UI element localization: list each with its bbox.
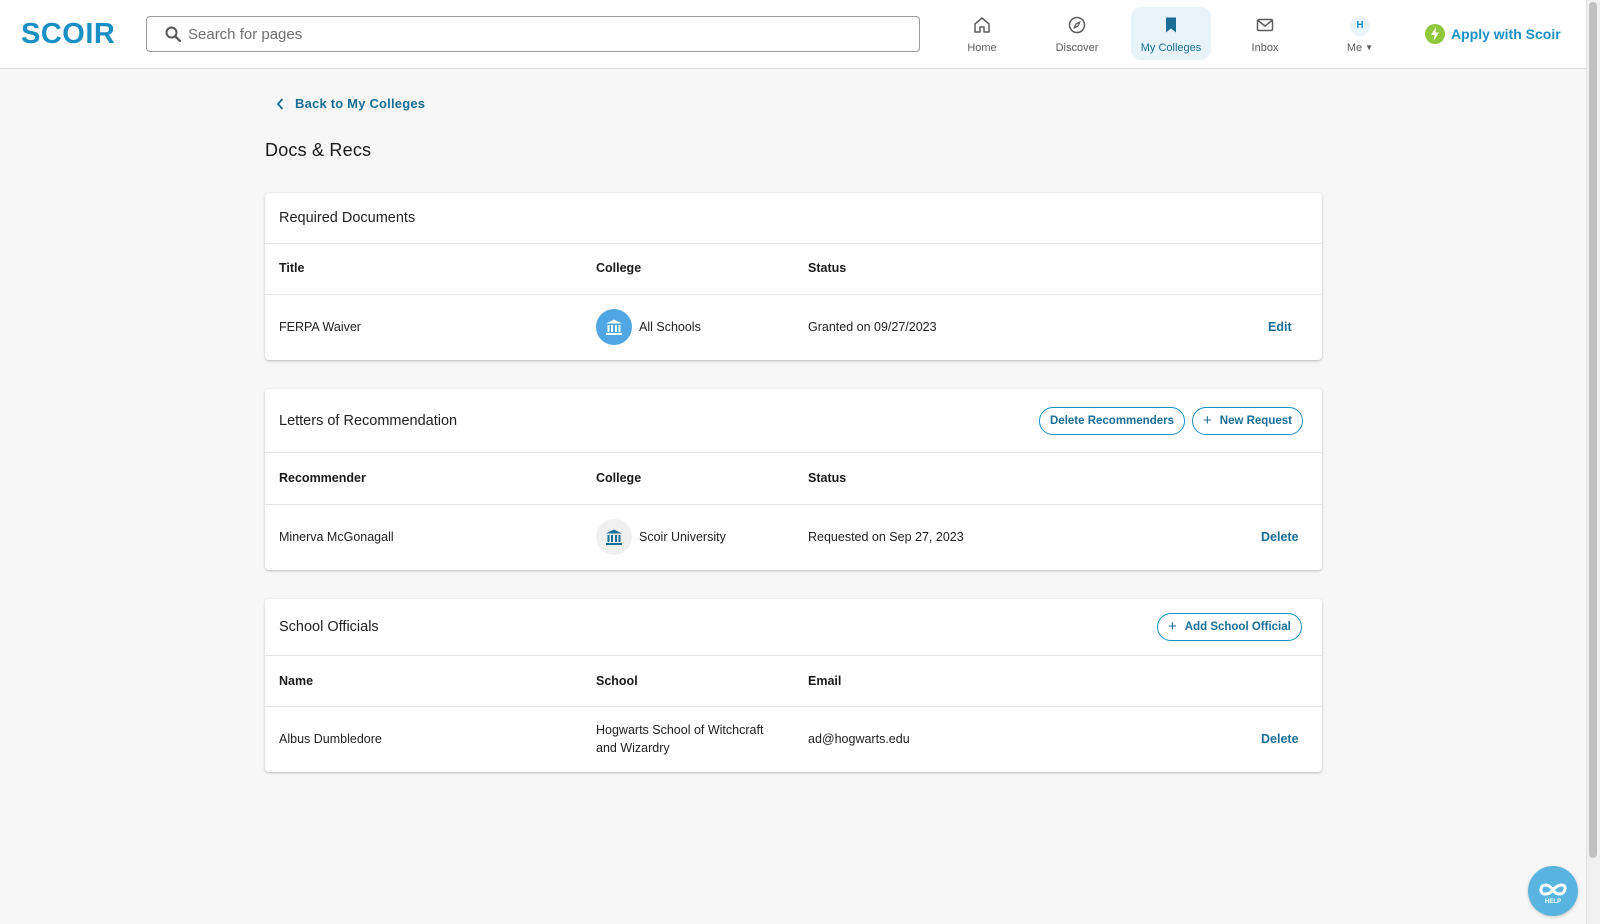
column-header: Name bbox=[279, 674, 314, 688]
college-badge bbox=[596, 309, 632, 345]
school-officials-card: School Officials + Add School Official Na… bbox=[265, 599, 1322, 772]
nav-me-label: Me ▼ bbox=[1346, 42, 1374, 54]
divider bbox=[265, 294, 1322, 295]
email-text: ad@hogwarts.edu bbox=[808, 732, 910, 746]
nav-home-label: Home bbox=[967, 42, 997, 54]
avatar: H bbox=[1350, 16, 1370, 36]
edit-button[interactable]: Edit bbox=[1268, 320, 1292, 334]
page-title: Docs & Recs bbox=[265, 140, 372, 160]
chevron-left-icon bbox=[276, 98, 283, 110]
nav-my-colleges-label: My Colleges bbox=[1140, 42, 1202, 54]
delete-button[interactable]: Delete bbox=[1261, 732, 1299, 746]
help-label: HELP bbox=[1544, 899, 1561, 905]
nav-discover-label: Discover bbox=[1055, 42, 1099, 54]
compass-icon bbox=[1068, 16, 1086, 34]
card-title: Letters of Recommendation bbox=[279, 413, 458, 429]
lightning-icon bbox=[1425, 24, 1445, 44]
caret-down-icon: ▼ bbox=[1365, 43, 1374, 52]
divider bbox=[265, 706, 1322, 707]
divider bbox=[265, 655, 1322, 656]
nav-me[interactable]: H Me ▼ bbox=[1320, 7, 1400, 60]
official-name: Albus Dumbledore bbox=[279, 732, 382, 746]
search-placeholder: Search for pages bbox=[188, 26, 303, 43]
divider bbox=[265, 452, 1322, 453]
envelope-icon bbox=[1256, 18, 1274, 32]
nav-inbox[interactable]: Inbox bbox=[1225, 7, 1305, 60]
bookmark-icon bbox=[1166, 17, 1176, 33]
search-input[interactable]: Search for pages bbox=[146, 16, 920, 52]
letters-of-recommendation-card: Letters of Recommendation Delete Recomme… bbox=[265, 389, 1322, 570]
nav-inbox-label: Inbox bbox=[1251, 42, 1279, 54]
school-name-line1: Hogwarts School of Witchcraft bbox=[596, 723, 764, 737]
apply-label: Apply with Scoir bbox=[1451, 26, 1561, 42]
scoir-logo[interactable]: SCOIR bbox=[21, 20, 115, 49]
column-header: Title bbox=[279, 261, 305, 275]
nav-home[interactable]: Home bbox=[942, 7, 1022, 60]
add-school-official-button[interactable]: + Add School Official bbox=[1157, 613, 1302, 641]
back-label: Back to My Colleges bbox=[295, 96, 426, 111]
required-documents-card: Required Documents Title College Status … bbox=[265, 193, 1322, 360]
new-request-button[interactable]: + New Request bbox=[1192, 407, 1303, 435]
college-name: Scoir University bbox=[639, 530, 726, 544]
plus-icon: + bbox=[1168, 618, 1177, 635]
scrollbar-thumb[interactable] bbox=[1589, 2, 1597, 858]
search-icon bbox=[165, 26, 181, 42]
column-header: College bbox=[596, 471, 642, 485]
delete-recommenders-button[interactable]: Delete Recommenders bbox=[1039, 407, 1185, 435]
card-title: School Officials bbox=[279, 619, 379, 635]
school-name-line2: and Wizardry bbox=[596, 741, 670, 755]
top-bar: SCOIR Search for pages Home Discover My … bbox=[0, 0, 1586, 69]
plus-icon: + bbox=[1203, 412, 1212, 429]
status-text: Requested on Sep 27, 2023 bbox=[808, 530, 964, 544]
institution-icon bbox=[606, 319, 622, 335]
college-badge bbox=[596, 519, 632, 555]
column-header: College bbox=[596, 261, 642, 275]
status-text: Granted on 09/27/2023 bbox=[808, 320, 937, 334]
home-icon bbox=[974, 17, 990, 33]
card-title: Required Documents bbox=[279, 210, 416, 226]
nav-my-colleges[interactable]: My Colleges bbox=[1131, 7, 1211, 60]
column-header: School bbox=[596, 674, 638, 688]
document-title: FERPA Waiver bbox=[279, 320, 361, 334]
column-header: Email bbox=[808, 674, 842, 688]
institution-icon bbox=[606, 529, 622, 545]
divider bbox=[265, 243, 1322, 244]
college-name: All Schools bbox=[639, 320, 701, 334]
help-button[interactable]: HELP bbox=[1528, 866, 1578, 916]
infinity-icon bbox=[1539, 883, 1567, 896]
delete-button[interactable]: Delete bbox=[1261, 530, 1299, 544]
nav-discover[interactable]: Discover bbox=[1037, 7, 1117, 60]
divider bbox=[265, 504, 1322, 505]
column-header: Status bbox=[808, 261, 847, 275]
column-header: Recommender bbox=[279, 471, 366, 485]
recommender-name: Minerva McGonagall bbox=[279, 530, 394, 544]
column-header: Status bbox=[808, 471, 847, 485]
